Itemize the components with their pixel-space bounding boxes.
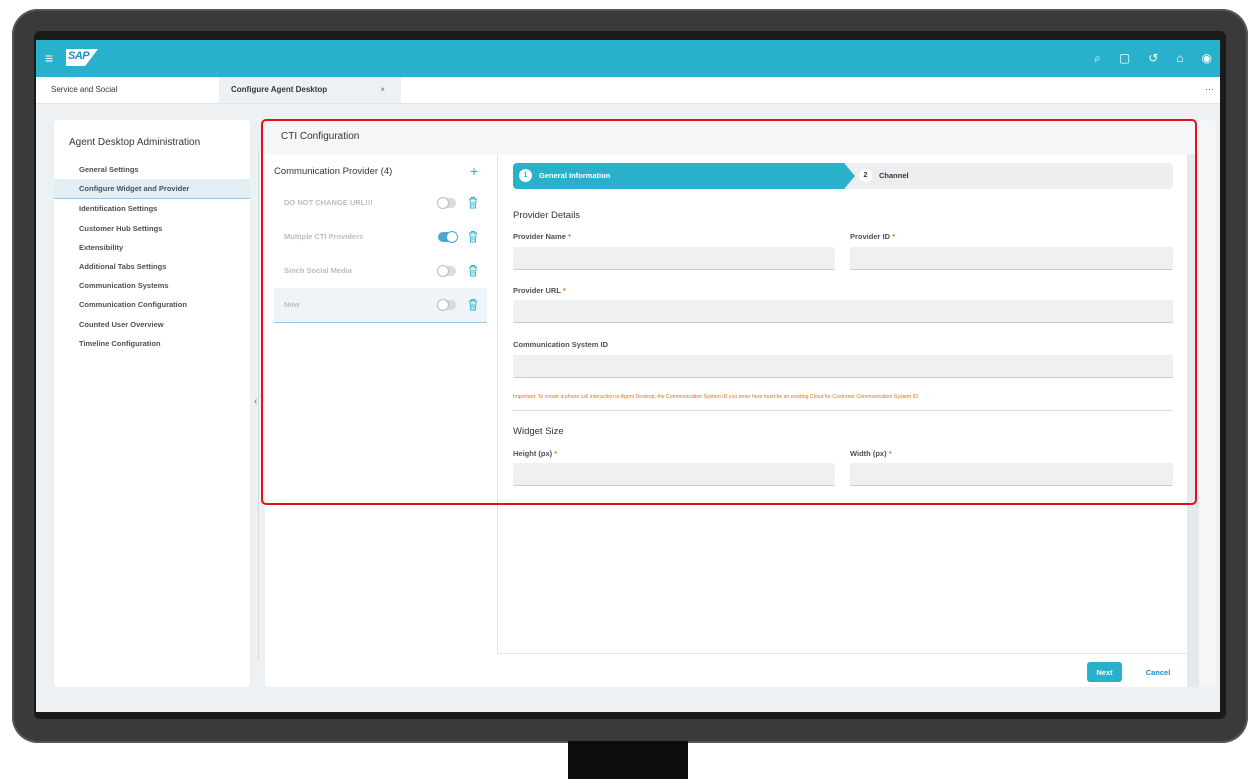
delete-icon[interactable]: [468, 298, 478, 311]
provider-details: 2 Channel 1 General Information Provider…: [497, 154, 1188, 653]
provider-url-input[interactable]: [513, 300, 1173, 323]
label-text: Width (px): [850, 449, 887, 458]
label-text: Provider URL: [513, 286, 561, 295]
provider-details-title: Provider Details: [513, 210, 581, 221]
provider-list: Communication Provider (4) + DO NOT CHAN…: [265, 154, 497, 687]
toggle-knob: [446, 231, 458, 243]
toggle-knob: [437, 265, 449, 277]
provider-name: Multiple CTI Providers: [284, 232, 364, 241]
provider-toggle[interactable]: [437, 265, 456, 277]
shell-actions: ⌕ ▢ ↺ ⌂ ◉: [1094, 50, 1212, 66]
nav-list: General Settings Configure Widget and Pr…: [54, 160, 250, 353]
user-icon[interactable]: ◉: [1202, 50, 1212, 66]
step-number: 2: [859, 169, 872, 182]
communication-system-id-input[interactable]: [513, 355, 1173, 378]
next-button[interactable]: Next: [1087, 662, 1122, 682]
provider-name-label: Provider Name *: [513, 232, 571, 241]
more-icon[interactable]: ···: [1205, 77, 1214, 101]
width-input[interactable]: [850, 463, 1173, 486]
nav-item-extensibility[interactable]: Extensibility: [54, 238, 250, 257]
collapse-nav-icon[interactable]: ‹: [254, 396, 257, 407]
communication-system-id-label: Communication System ID: [513, 340, 609, 349]
nav-item-additional-tabs-settings[interactable]: Additional Tabs Settings: [54, 257, 250, 276]
feedback-icon[interactable]: ▢: [1119, 50, 1130, 66]
delete-icon[interactable]: [468, 264, 478, 277]
nav-divider: [258, 150, 259, 660]
cti-configuration-panel: CTI Configuration Communication Provider…: [265, 120, 1216, 687]
provider-toggle[interactable]: [437, 197, 456, 209]
communication-system-hint: Important: To create a phone call intera…: [513, 394, 920, 400]
toggle-knob: [437, 299, 449, 311]
shell-bar: ≡ SAP ⌕ ▢ ↺ ⌂ ◉: [36, 40, 1220, 77]
widget-size-title: Widget Size: [513, 426, 564, 437]
provider-list-header: Communication Provider (4): [274, 166, 393, 177]
page-title: CTI Configuration: [281, 131, 360, 142]
tab-service-and-social[interactable]: Service and Social: [51, 77, 201, 103]
nav-item-identification-settings[interactable]: Identification Settings: [54, 199, 250, 218]
step-label: Channel: [879, 171, 909, 180]
admin-nav: Agent Desktop Administration General Set…: [54, 120, 250, 687]
nav-item-configure-widget-and-provider[interactable]: Configure Widget and Provider: [54, 179, 250, 200]
nav-item-general-settings[interactable]: General Settings: [54, 160, 250, 179]
provider-row-selected[interactable]: New: [274, 288, 487, 323]
provider-name-input[interactable]: [513, 247, 835, 270]
provider-row[interactable]: Sinch Social Media: [274, 254, 487, 288]
provider-toggle[interactable]: [438, 231, 458, 243]
step-number: 1: [519, 169, 532, 182]
wizard-step-general-information[interactable]: 1 General Information: [513, 163, 855, 189]
nav-item-communication-configuration[interactable]: Communication Configuration: [54, 295, 250, 314]
nav-item-timeline-configuration[interactable]: Timeline Configuration: [54, 334, 250, 353]
nav-item-communication-systems[interactable]: Communication Systems: [54, 276, 250, 295]
tab-label: Service and Social: [51, 85, 118, 94]
height-input[interactable]: [513, 463, 835, 486]
required-mark: *: [562, 286, 566, 295]
provider-name: Sinch Social Media: [284, 266, 352, 275]
provider-toggle[interactable]: [437, 299, 456, 311]
wizard-step-channel[interactable]: 2 Channel: [843, 163, 1173, 189]
provider-url-label: Provider URL *: [513, 286, 566, 295]
close-tab-icon[interactable]: ×: [380, 77, 385, 103]
provider-name: DO NOT CHANGE URL!!!: [284, 198, 373, 207]
width-label: Width (px) *: [850, 449, 892, 458]
footer-bar: Next Cancel: [497, 653, 1187, 687]
nav-item-counted-user-overview[interactable]: Counted User Overview: [54, 315, 250, 334]
section-divider: [513, 410, 1173, 411]
menu-icon[interactable]: ≡: [45, 50, 53, 66]
label-text: Height (px): [513, 449, 553, 458]
cancel-button[interactable]: Cancel: [1137, 662, 1179, 682]
height-label: Height (px) *: [513, 449, 557, 458]
monitor-stand: [568, 741, 688, 779]
search-icon[interactable]: ⌕: [1094, 50, 1101, 66]
wizard-steps: 2 Channel 1 General Information: [513, 163, 1173, 189]
provider-id-label: Provider ID *: [850, 232, 895, 241]
tab-configure-agent-desktop[interactable]: Configure Agent Desktop ×: [219, 77, 401, 103]
required-mark: *: [568, 232, 571, 241]
sap-logo-text: SAP: [68, 50, 90, 62]
required-mark: *: [892, 232, 896, 241]
tab-bar: Service and Social Configure Agent Deskt…: [36, 77, 1220, 104]
add-provider-icon[interactable]: +: [470, 163, 478, 179]
scrollbar[interactable]: [1187, 154, 1199, 687]
required-mark: *: [888, 449, 892, 458]
app-screen: ≡ SAP ⌕ ▢ ↺ ⌂ ◉ Service and Social Confi…: [36, 40, 1220, 712]
notifications-icon[interactable]: ⌂: [1176, 50, 1183, 66]
label-text: Provider Name: [513, 232, 566, 241]
provider-row[interactable]: DO NOT CHANGE URL!!!: [274, 186, 487, 220]
toggle-knob: [437, 197, 449, 209]
step-label: General Information: [539, 171, 611, 180]
history-icon[interactable]: ↺: [1148, 50, 1158, 66]
sap-logo[interactable]: SAP: [66, 49, 98, 66]
required-mark: *: [554, 449, 558, 458]
nav-item-customer-hub-settings[interactable]: Customer Hub Settings: [54, 219, 250, 238]
delete-icon[interactable]: [468, 230, 478, 243]
nav-title: Agent Desktop Administration: [69, 137, 201, 148]
label-text: Provider ID: [850, 232, 891, 241]
delete-icon[interactable]: [468, 196, 478, 209]
provider-row[interactable]: Multiple CTI Providers: [274, 220, 487, 254]
provider-name: New: [284, 300, 300, 309]
tab-label: Configure Agent Desktop: [231, 85, 328, 94]
provider-id-input[interactable]: [850, 247, 1173, 270]
